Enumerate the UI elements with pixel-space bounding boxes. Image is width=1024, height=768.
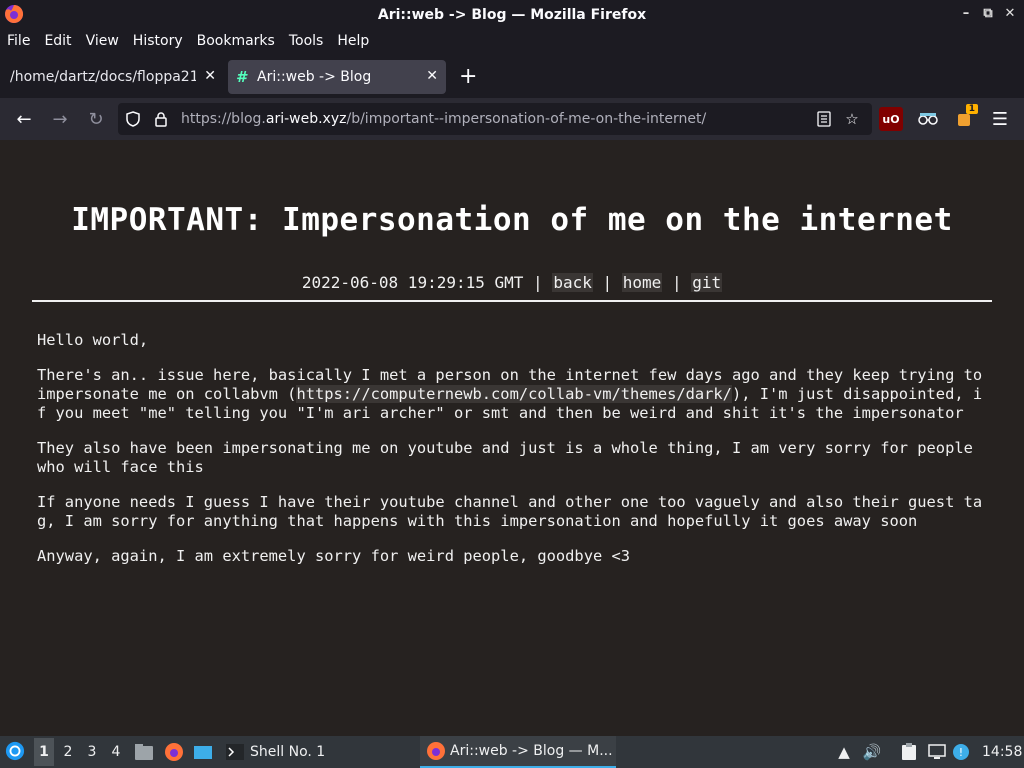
firefox-launcher-icon[interactable] bbox=[164, 742, 184, 762]
site-favicon-icon: # bbox=[236, 68, 247, 86]
lock-icon[interactable] bbox=[152, 110, 170, 128]
tab-blog[interactable]: # Ari::web -> Blog ✕ bbox=[228, 60, 446, 94]
tab-close-icon[interactable]: ✕ bbox=[204, 68, 216, 84]
extension-badge: 1 bbox=[965, 104, 978, 114]
taskbar: 1 2 3 4 Shell No. 1 Ari::web -> Blog — M… bbox=[0, 736, 1024, 768]
maximize-icon[interactable]: ⧉ bbox=[980, 4, 996, 22]
post-body: Hello world, There's an.. issue here, ba… bbox=[37, 331, 983, 582]
new-tab-icon[interactable]: + bbox=[459, 66, 477, 88]
workspace-switcher: 1 2 3 4 bbox=[34, 738, 126, 766]
ublock-origin-icon[interactable]: uO bbox=[879, 107, 903, 131]
extension-glasses-icon[interactable] bbox=[916, 107, 940, 131]
post-timestamp: 2022-06-08 19:29:15 GMT bbox=[301, 273, 524, 292]
tab-label: /home/dartz/docs/floppa21.html bbox=[10, 69, 196, 85]
menu-file[interactable]: File bbox=[7, 33, 30, 49]
menu-bar: File Edit View History Bookmarks Tools H… bbox=[0, 29, 1024, 53]
git-link[interactable]: git bbox=[691, 273, 723, 292]
home-link[interactable]: home bbox=[621, 273, 663, 292]
task-terminal[interactable]: Shell No. 1 bbox=[222, 736, 412, 768]
network-icon[interactable] bbox=[927, 742, 947, 762]
menu-edit[interactable]: Edit bbox=[44, 33, 71, 49]
svg-text:!: ! bbox=[959, 746, 963, 759]
workspace-3[interactable]: 3 bbox=[82, 738, 102, 766]
url-text[interactable]: https://blog.ari-web.xyz/b/important--im… bbox=[181, 111, 706, 127]
firefox-task-icon bbox=[427, 742, 445, 760]
paragraph: There's an.. issue here, basically I met… bbox=[37, 366, 992, 422]
tray-arrow-icon[interactable]: ▲ bbox=[834, 742, 854, 762]
collabvm-link[interactable]: https://computernewb.com/collab-vm/theme… bbox=[296, 385, 732, 403]
minimize-icon[interactable]: – bbox=[958, 4, 974, 22]
back-link[interactable]: back bbox=[552, 273, 593, 292]
bookmark-star-icon[interactable]: ☆ bbox=[843, 110, 861, 128]
window-title: Ari::web -> Blog — Mozilla Firefox bbox=[377, 6, 647, 23]
workspace-4[interactable]: 4 bbox=[106, 738, 126, 766]
paragraph: Anyway, again, I am extremely sorry for … bbox=[37, 547, 631, 565]
menu-bookmarks[interactable]: Bookmarks bbox=[197, 33, 275, 49]
task-label: Ari::web -> Blog — M... bbox=[450, 743, 613, 759]
clock[interactable]: 14:58 bbox=[982, 744, 1022, 760]
reload-icon[interactable]: ↻ bbox=[85, 108, 107, 130]
window-titlebar: Ari::web -> Blog — Mozilla Firefox – ⧉ ✕ bbox=[0, 0, 1024, 29]
close-icon[interactable]: ✕ bbox=[1002, 4, 1018, 22]
back-arrow-icon[interactable]: ← bbox=[13, 108, 35, 130]
task-firefox[interactable]: Ari::web -> Blog — M... bbox=[420, 736, 616, 768]
reader-view-icon[interactable] bbox=[815, 110, 833, 128]
meta-separator: | bbox=[533, 273, 543, 292]
task-label: Shell No. 1 bbox=[250, 744, 326, 760]
hamburger-menu-icon[interactable]: ☰ bbox=[989, 108, 1011, 130]
tab-label: Ari::web -> Blog bbox=[257, 69, 372, 85]
paragraph: They also have been impersonating me on … bbox=[37, 439, 983, 476]
firefox-logo-icon bbox=[5, 4, 24, 23]
volume-icon[interactable]: 🔊 bbox=[862, 742, 882, 762]
shield-icon[interactable] bbox=[124, 110, 142, 128]
file-manager-icon[interactable] bbox=[134, 742, 154, 762]
meta-separator: | bbox=[671, 273, 682, 292]
tab-bar: /home/dartz/docs/floppa21.html ✕ # Ari::… bbox=[0, 56, 1024, 98]
post-title: IMPORTANT: Impersonation of me on the in… bbox=[71, 202, 953, 238]
paragraph: Hello world, bbox=[37, 331, 149, 349]
paragraph: If anyone needs I guess I have their you… bbox=[37, 493, 983, 530]
show-desktop-icon[interactable] bbox=[193, 742, 213, 762]
workspace-2[interactable]: 2 bbox=[58, 738, 78, 766]
terminal-icon bbox=[226, 744, 244, 760]
page-content: IMPORTANT: Impersonation of me on the in… bbox=[0, 140, 1024, 736]
workspace-1[interactable]: 1 bbox=[34, 738, 54, 766]
menu-help[interactable]: Help bbox=[337, 33, 369, 49]
url-bar[interactable]: https://blog.ari-web.xyz/b/important--im… bbox=[118, 103, 872, 135]
horizontal-rule bbox=[32, 300, 992, 302]
extensions-puzzle-icon[interactable]: 1 bbox=[952, 104, 978, 131]
post-meta: 2022-06-08 19:29:15 GMT | back | home | … bbox=[0, 273, 1024, 292]
clipboard-icon[interactable] bbox=[899, 742, 919, 762]
menu-history[interactable]: History bbox=[133, 33, 183, 49]
forward-arrow-icon[interactable]: → bbox=[49, 108, 71, 130]
menu-view[interactable]: View bbox=[86, 33, 119, 49]
window-controls: – ⧉ ✕ bbox=[958, 4, 1018, 22]
meta-separator: | bbox=[602, 273, 613, 292]
tab-floppa[interactable]: /home/dartz/docs/floppa21.html ✕ bbox=[2, 60, 224, 94]
app-launcher-icon[interactable] bbox=[5, 741, 25, 761]
menu-tools[interactable]: Tools bbox=[289, 33, 324, 49]
nav-bar: ← → ↻ https://blog.ari-web.xyz/b/importa… bbox=[0, 98, 1024, 140]
tab-close-icon[interactable]: ✕ bbox=[426, 68, 438, 84]
updates-icon[interactable]: ! bbox=[951, 742, 971, 762]
